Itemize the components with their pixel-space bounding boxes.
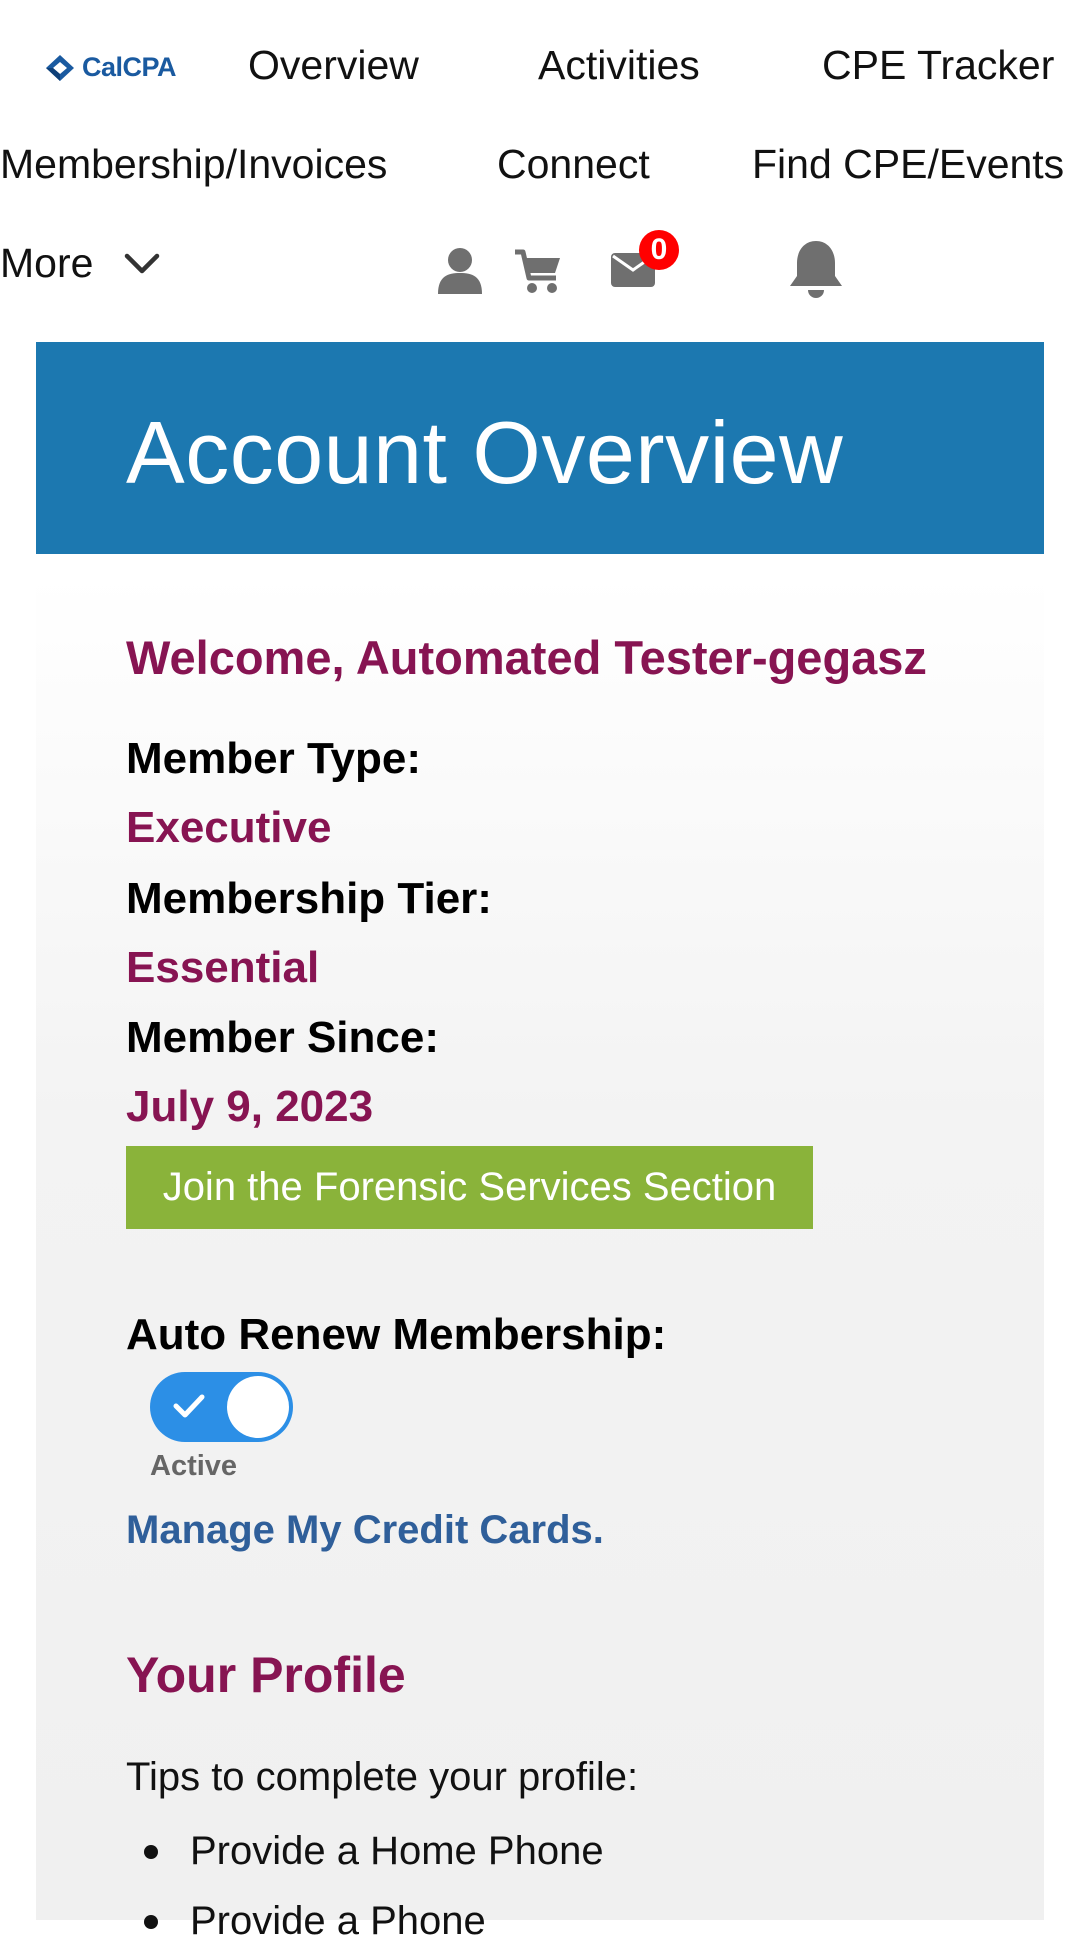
messages-count-badge: 0	[639, 230, 679, 270]
chevron-down-icon	[125, 253, 160, 273]
nav-more-label: More	[0, 240, 94, 286]
profile-tips-intro: Tips to complete your profile:	[126, 1755, 639, 1799]
check-icon	[173, 1394, 205, 1418]
nav-overview[interactable]: Overview	[248, 42, 419, 89]
cart-button[interactable]	[514, 248, 562, 299]
member-type-label: Member Type:	[126, 734, 422, 783]
logo-mark-icon	[46, 54, 74, 81]
join-forensic-section-button[interactable]: Join the Forensic Services Section	[126, 1146, 813, 1229]
member-type-value: Executive	[126, 803, 332, 852]
user-account-button[interactable]	[436, 246, 484, 301]
list-item: Provide a Phone	[140, 1890, 604, 1960]
membership-tier-label: Membership Tier:	[126, 874, 492, 923]
calcpa-logo[interactable]: CalCPA	[44, 52, 177, 83]
auto-renew-label: Auto Renew Membership:	[126, 1310, 667, 1359]
membership-tier-value: Essential	[126, 943, 320, 992]
auto-renew-toggle[interactable]	[150, 1372, 293, 1442]
nav-find-cpe-events[interactable]: Find CPE/Events	[752, 141, 1064, 188]
auto-renew-status: Active	[150, 1450, 238, 1482]
member-since-label: Member Since:	[126, 1013, 439, 1062]
page-banner: Account Overview	[36, 342, 1044, 554]
toggle-knob	[227, 1376, 289, 1438]
logo-text: CalCPA	[82, 52, 177, 82]
nav-connect[interactable]: Connect	[497, 141, 650, 188]
notifications-button[interactable]	[786, 238, 846, 305]
member-since-value: July 9, 2023	[126, 1082, 374, 1131]
user-icon	[438, 248, 482, 294]
nav-activities[interactable]: Activities	[538, 42, 700, 89]
your-profile-heading: Your Profile	[126, 1647, 406, 1703]
manage-credit-cards-link[interactable]: Manage My Credit Cards.	[126, 1508, 604, 1553]
cart-icon	[515, 249, 560, 293]
bell-icon	[790, 241, 842, 298]
nav-membership-invoices[interactable]: Membership/Invoices	[0, 141, 387, 188]
profile-tips-list: Provide a Home Phone Provide a Phone	[140, 1820, 604, 1960]
nav-cpe-tracker[interactable]: CPE Tracker	[822, 42, 1054, 89]
list-item: Provide a Home Phone	[140, 1820, 604, 1890]
nav-more[interactable]: More	[0, 240, 161, 287]
page-title: Account Overview	[126, 403, 844, 502]
welcome-heading: Welcome, Automated Tester-gegasz	[126, 631, 927, 684]
